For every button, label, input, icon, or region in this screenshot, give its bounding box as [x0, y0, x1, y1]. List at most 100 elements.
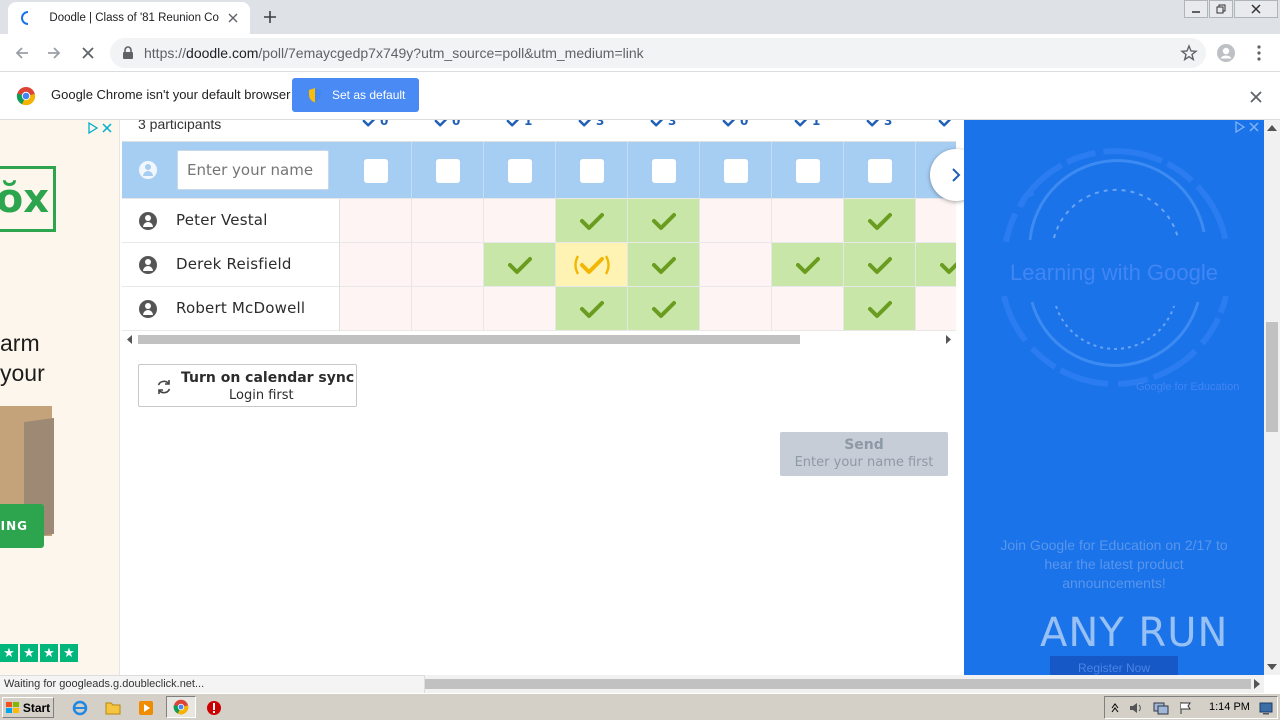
- vote-checkbox[interactable]: [723, 158, 748, 183]
- yes-check-icon: [651, 256, 676, 274]
- stop-loading-icon[interactable]: [76, 41, 100, 65]
- ad-choices[interactable]: [87, 122, 113, 134]
- vote-cell-no: [700, 287, 772, 330]
- vertical-scrollbar-thumb[interactable]: [1266, 322, 1278, 432]
- poll-header-row: 3 participants 0 0 1 3 3 0 1 3: [122, 120, 956, 142]
- vote-checkbox[interactable]: [507, 158, 532, 183]
- tab-strip: Doodle | Class of '81 Reunion Committee: [0, 0, 1280, 34]
- my-vote-cell: [484, 142, 556, 199]
- participant-row: Peter Vestal: [122, 199, 956, 243]
- vote-cell-no: [412, 199, 484, 242]
- name-column-divider: [122, 199, 340, 243]
- your-name-input[interactable]: [177, 150, 329, 190]
- flag-icon[interactable]: [1179, 701, 1193, 715]
- check-icon: [866, 120, 880, 127]
- maybe-check-icon: [573, 254, 610, 275]
- browser-toolbar: https://doodle.com/poll/7emaycgedp7x749y…: [0, 34, 1280, 72]
- yes-check-icon: [795, 256, 820, 274]
- vote-checkbox[interactable]: [363, 158, 388, 183]
- vote-checkbox[interactable]: [867, 158, 892, 183]
- check-icon: [578, 120, 592, 127]
- bookmark-star-icon[interactable]: [1180, 44, 1198, 62]
- tray-expand-icon[interactable]: [1111, 703, 1119, 713]
- vote-cell-no: [916, 199, 956, 242]
- profile-avatar-icon[interactable]: [1214, 41, 1238, 65]
- minimize-window-icon[interactable]: [1184, 0, 1208, 18]
- forward-arrow-icon[interactable]: [42, 41, 66, 65]
- ad-close-icon[interactable]: [1248, 121, 1260, 133]
- sync-icon: [157, 380, 171, 394]
- check-icon: [938, 120, 952, 127]
- address-bar[interactable]: https://doodle.com/poll/7emaycgedp7x749y…: [110, 38, 1206, 68]
- vote-cell-maybe: [556, 243, 628, 286]
- poll-horizontal-scrollbar[interactable]: [122, 332, 956, 347]
- register-now-button[interactable]: Register Now: [1050, 656, 1178, 675]
- my-vote-cell: [700, 142, 772, 199]
- scroll-right-arrow-icon[interactable]: [944, 335, 952, 344]
- yes-check-icon: [507, 256, 532, 274]
- taskbar-clock: 1:14 PM: [1209, 701, 1250, 713]
- page-horizontal-scrollbar[interactable]: [425, 675, 1264, 693]
- ad-close-icon[interactable]: [101, 122, 113, 134]
- send-button[interactable]: Send Enter your name first: [780, 432, 948, 476]
- chrome-taskbar-icon[interactable]: [166, 696, 196, 718]
- scrollbar-thumb[interactable]: [138, 335, 800, 344]
- option-yes-count: 0: [722, 120, 748, 128]
- vote-checkbox[interactable]: [435, 158, 460, 183]
- folder-icon[interactable]: [103, 698, 123, 718]
- show-desktop-icon[interactable]: [1259, 701, 1273, 715]
- vote-cell-yes: [844, 199, 916, 242]
- horizontal-scrollbar-thumb[interactable]: [425, 679, 1251, 689]
- vote-checkbox[interactable]: [579, 158, 604, 183]
- vote-checkbox[interactable]: [795, 158, 820, 183]
- tab-close-icon[interactable]: [225, 9, 242, 27]
- vote-checkbox[interactable]: [651, 158, 676, 183]
- set-as-default-button[interactable]: Set as default: [292, 78, 419, 112]
- ad-brand-logo: ŏx: [0, 166, 56, 232]
- yes-check-icon: [867, 212, 892, 230]
- right-ad-banner[interactable]: Learning with Google Google for Educatio…: [964, 120, 1264, 675]
- option-yes-count: 0: [362, 120, 388, 128]
- vote-cell-yes: [628, 287, 700, 330]
- ie-icon[interactable]: [70, 698, 90, 718]
- right-ad-choices[interactable]: [1234, 121, 1260, 133]
- restore-window-icon[interactable]: [1209, 0, 1233, 18]
- ad-info-icon[interactable]: [87, 122, 99, 134]
- browser-tab-doodle[interactable]: Doodle | Class of '81 Reunion Committee: [8, 2, 250, 34]
- status-bubble: Waiting for googleads.g.doubleclick.net.…: [0, 675, 425, 693]
- name-column-divider: [122, 287, 340, 331]
- stop-sign-icon[interactable]: [204, 698, 224, 718]
- vote-cell-yes: [484, 243, 556, 286]
- calendar-sync-button[interactable]: Turn on calendar sync Login first: [138, 364, 357, 407]
- ad-body-text: Join Google for Education on 2/17 to hea…: [1000, 537, 1228, 591]
- volume-icon[interactable]: [1129, 701, 1143, 715]
- back-arrow-icon[interactable]: [10, 41, 34, 65]
- ad-info-icon[interactable]: [1234, 121, 1246, 133]
- infobar-close-icon[interactable]: [1250, 88, 1266, 104]
- vote-cell-no: [412, 287, 484, 330]
- scroll-up-arrow-icon[interactable]: [1267, 124, 1277, 132]
- participant-row: Robert McDowell: [122, 287, 956, 331]
- page-viewport: ŏx arm your ING ★ ★ ★ ★ 3 participants 0…: [0, 120, 1280, 675]
- start-button[interactable]: Start: [2, 697, 54, 718]
- scroll-down-arrow-icon[interactable]: [1267, 663, 1277, 671]
- count-value: 0: [380, 120, 389, 128]
- ad-cta-button[interactable]: ING: [0, 504, 44, 548]
- vote-cell-yes: [772, 243, 844, 286]
- menu-kebab-icon[interactable]: [1247, 41, 1271, 65]
- new-tab-icon[interactable]: [258, 5, 282, 29]
- scroll-left-arrow-icon[interactable]: [126, 335, 134, 344]
- vote-cell-no: [412, 243, 484, 286]
- scroll-right-arrow-icon[interactable]: [1253, 679, 1261, 689]
- page-vertical-scrollbar[interactable]: [1264, 120, 1280, 675]
- option-yes-count: [938, 120, 956, 128]
- media-player-icon[interactable]: [136, 698, 156, 718]
- network-icon[interactable]: [1153, 701, 1169, 715]
- default-browser-infobar: Google Chrome isn't your default browser…: [0, 72, 1280, 120]
- close-window-icon[interactable]: [1234, 0, 1278, 18]
- chrome-logo-icon: [16, 86, 36, 106]
- yes-check-icon: [867, 256, 892, 274]
- star-icon: ★: [0, 644, 18, 662]
- count-value: 3: [884, 120, 893, 128]
- left-ad-banner[interactable]: ŏx arm your ING ★ ★ ★ ★: [0, 120, 120, 675]
